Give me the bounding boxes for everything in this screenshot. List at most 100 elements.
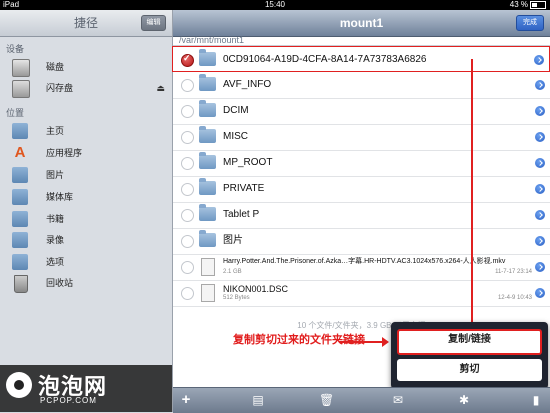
folder-icon <box>199 178 216 195</box>
checkbox[interactable] <box>181 79 194 92</box>
done-button[interactable]: 完成 <box>516 15 544 31</box>
folder-icon <box>199 204 216 221</box>
watermark-logo-icon <box>6 372 32 398</box>
sidebar-item-label: 回收站 <box>46 278 74 288</box>
sidebar-item-label: 主页 <box>46 126 65 136</box>
sidebar-item-label: 磁盘 <box>46 62 65 72</box>
checkbox[interactable] <box>181 209 194 222</box>
file-size: 512 Bytes <box>223 295 250 301</box>
file-size: 2.1 GB <box>223 269 242 275</box>
list-item[interactable]: DCIM <box>173 98 550 125</box>
battery-indicator: 43 % <box>510 0 546 10</box>
list-item[interactable]: Tablet P <box>173 202 550 229</box>
detail-disclosure-icon[interactable] <box>535 288 545 298</box>
sidebar-item-flash-drive[interactable]: 闪存盘 ⏏ <box>0 78 171 98</box>
list-item[interactable]: NIKON001.DSC 512 Bytes 12-4-9 10:43 <box>173 280 550 307</box>
copy-icon[interactable]: ▤ <box>251 393 265 407</box>
detail-disclosure-icon[interactable] <box>535 106 545 116</box>
annotation-text: 复制剪切过来的文件夹链接 <box>233 334 365 346</box>
sidebar-item-media-library[interactable]: 媒体库 <box>0 187 171 207</box>
folder-icon <box>199 152 216 169</box>
edit-button[interactable]: 编辑 <box>141 15 166 31</box>
folder-icon <box>199 49 216 66</box>
detail-disclosure-icon[interactable] <box>535 158 545 168</box>
section-places: 位置 <box>6 108 25 118</box>
status-time: 15:40 <box>264 0 286 9</box>
item-name: NIKON001.DSC <box>223 284 289 294</box>
videos-folder-icon <box>12 232 28 248</box>
checkbox[interactable] <box>181 235 194 248</box>
detail-disclosure-icon[interactable] <box>535 132 545 142</box>
list-item[interactable]: 图片 <box>173 228 550 255</box>
detail-disclosure-icon[interactable] <box>535 80 545 90</box>
detail-disclosure-icon[interactable] <box>535 184 545 194</box>
file-date: 11-7-17 23:14 <box>495 269 532 275</box>
battery-icon <box>530 0 546 9</box>
sidebar-item-options[interactable]: 选项 <box>0 252 171 272</box>
item-name: 0CD91064-A19D-4CFA-8A14-7A73783A6826 <box>223 54 427 65</box>
checkbox[interactable] <box>181 287 194 300</box>
list-item[interactable]: PRIVATE <box>173 176 550 203</box>
cut-button[interactable]: 剪切 <box>397 359 542 381</box>
watermark-subtext: PCPOP.COM <box>40 396 97 405</box>
bluetooth-icon[interactable]: ✱ <box>457 393 471 407</box>
sidebar-header: 捷径 编辑 <box>0 10 172 37</box>
checkbox[interactable] <box>181 261 194 274</box>
checkbox[interactable] <box>181 105 194 118</box>
annotation-line <box>471 59 473 329</box>
detail-disclosure-icon[interactable] <box>535 262 545 272</box>
item-name: MP_ROOT <box>223 157 273 168</box>
detail-disclosure-icon[interactable] <box>534 55 544 65</box>
clipboard-icon[interactable]: ▮ <box>529 393 543 407</box>
checkbox[interactable] <box>181 131 194 144</box>
detail-disclosure-icon[interactable] <box>535 210 545 220</box>
email-icon[interactable]: ✉ <box>391 393 405 407</box>
main-header: mount1 完成 <box>173 10 550 37</box>
sidebar-item-label: 图片 <box>46 170 65 180</box>
detail-disclosure-icon[interactable] <box>535 236 545 246</box>
annotation-arrow <box>339 338 389 346</box>
checkbox[interactable] <box>181 183 194 196</box>
disk-icon <box>12 59 30 77</box>
checkbox[interactable] <box>181 157 194 170</box>
list-item[interactable]: AVF_INFO <box>173 72 550 99</box>
sidebar-item-label: 录像 <box>46 235 65 245</box>
delete-icon[interactable]: 🗑 <box>319 393 334 407</box>
status-bar: iPad 15:40 43 % <box>0 0 550 10</box>
folder-icon <box>199 100 216 117</box>
home-icon <box>12 123 28 139</box>
sidebar-item-disk[interactable]: 磁盘 <box>0 57 171 77</box>
watermark: 泡泡网 PCPOP.COM <box>0 365 172 412</box>
list-item[interactable]: MP_ROOT <box>173 150 550 177</box>
folder-icon <box>199 126 216 143</box>
list-item[interactable]: Harry.Potter.And.The.Prisoner.of.Azka…字幕… <box>173 254 550 281</box>
page-title: mount1 <box>339 16 384 30</box>
sidebar-item-label: 选项 <box>46 257 65 267</box>
books-folder-icon <box>12 211 28 227</box>
sidebar-item-home[interactable]: 主页 <box>0 121 171 141</box>
item-name: 图片 <box>223 235 243 246</box>
list-item[interactable]: MISC <box>173 124 550 151</box>
bottom-toolbar: + ▤ 🗑 ✉ ✱ ▮ <box>173 387 550 413</box>
sidebar-item-label: 媒体库 <box>46 192 74 202</box>
add-icon[interactable]: + <box>179 392 193 407</box>
action-popover: 复制/链接 剪切 <box>391 322 548 389</box>
sidebar-item-books[interactable]: 书籍 <box>0 209 171 229</box>
list-item[interactable]: 0CD91064-A19D-4CFA-8A14-7A73783A6826 <box>172 46 550 72</box>
folder-icon <box>199 74 216 91</box>
file-date: 12-4-9 10:43 <box>497 295 532 301</box>
sidebar-item-trash[interactable]: 回收站 <box>0 273 171 293</box>
options-icon <box>12 254 28 270</box>
checkbox-checked[interactable] <box>181 53 194 67</box>
sidebar-item-videos[interactable]: 录像 <box>0 230 171 250</box>
file-icon <box>201 258 215 276</box>
sidebar-item-applications[interactable]: A 应用程序 <box>0 143 171 163</box>
applications-icon: A <box>14 144 26 161</box>
folder-icon <box>199 230 216 247</box>
eject-icon[interactable]: ⏏ <box>156 83 165 94</box>
pictures-folder-icon <box>12 167 28 183</box>
copy-link-button[interactable]: 复制/链接 <box>397 329 542 355</box>
item-name: AVF_INFO <box>223 79 272 90</box>
item-name: PRIVATE <box>223 183 265 194</box>
sidebar-item-pictures[interactable]: 图片 <box>0 165 171 185</box>
